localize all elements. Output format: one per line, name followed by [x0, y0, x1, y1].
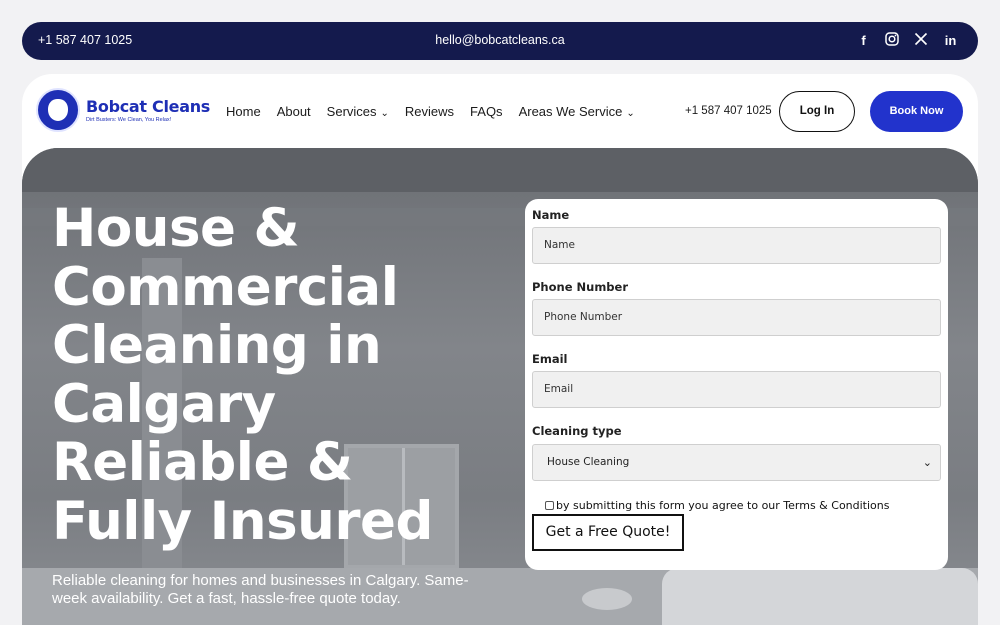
terms-checkbox[interactable] [545, 501, 554, 510]
cleaning-type-select[interactable]: House Cleaning ⌄ [532, 444, 941, 481]
login-button[interactable]: Log In [779, 91, 855, 132]
nav-item-faqs[interactable]: FAQs [470, 104, 503, 119]
nav-item-areas[interactable]: Areas We Service ⌄ [519, 104, 635, 119]
terms-text: by submitting this form you agree to our… [556, 499, 890, 512]
room-lamp [582, 588, 632, 610]
nav-item-about[interactable]: About [277, 104, 311, 119]
chevron-down-icon: ⌄ [922, 456, 932, 469]
site-logo[interactable]: Bobcat Cleans Dirt Busters: We Clean, Yo… [36, 88, 210, 132]
bobcat-logo-icon [36, 88, 80, 132]
hero-headline: House & Commercial Cleaning in Calgary R… [52, 198, 433, 552]
terms-agreement: by submitting this form you agree to our… [545, 499, 889, 512]
topbar-email-link[interactable]: hello@bobcatcleans.ca [22, 33, 978, 47]
name-label: Name [532, 208, 570, 222]
quote-form: Name Name Phone Number Phone Number Emai… [525, 199, 948, 570]
nav-item-home[interactable]: Home [226, 104, 261, 119]
hero-background-image [22, 148, 978, 192]
book-now-button[interactable]: Book Now [870, 91, 963, 132]
header-phone-link[interactable]: +1 587 407 1025 [685, 105, 772, 117]
name-input[interactable]: Name [532, 227, 941, 264]
cleaning-type-value: House Cleaning [547, 456, 630, 468]
hero-subtitle: Reliable cleaning for homes and business… [52, 572, 469, 607]
top-contact-bar: +1 587 407 1025 hello@bobcatcleans.ca f … [22, 22, 978, 60]
get-quote-button[interactable]: Get a Free Quote! [532, 514, 684, 551]
email-input[interactable]: Email [532, 371, 941, 408]
logo-name: Bobcat Cleans [86, 97, 211, 116]
cleaning-type-label: Cleaning type [532, 424, 622, 438]
email-label: Email [532, 352, 568, 366]
facebook-icon[interactable]: f [856, 32, 871, 49]
linkedin-icon[interactable]: in [943, 32, 958, 49]
phone-label: Phone Number [532, 280, 629, 294]
instagram-icon[interactable] [885, 32, 900, 49]
x-icon[interactable] [914, 32, 929, 49]
main-nav: Home About Services ⌄ Reviews FAQs Areas … [226, 104, 635, 119]
nav-item-reviews[interactable]: Reviews [405, 104, 454, 119]
nav-item-services[interactable]: Services ⌄ [327, 104, 389, 119]
chevron-down-icon: ⌄ [380, 108, 389, 119]
chevron-down-icon: ⌄ [626, 108, 635, 119]
logo-tagline: Dirt Busters: We Clean, You Relax! [86, 117, 172, 123]
room-sofa [662, 568, 978, 625]
phone-input[interactable]: Phone Number [532, 299, 941, 336]
social-links: f in [856, 32, 958, 49]
